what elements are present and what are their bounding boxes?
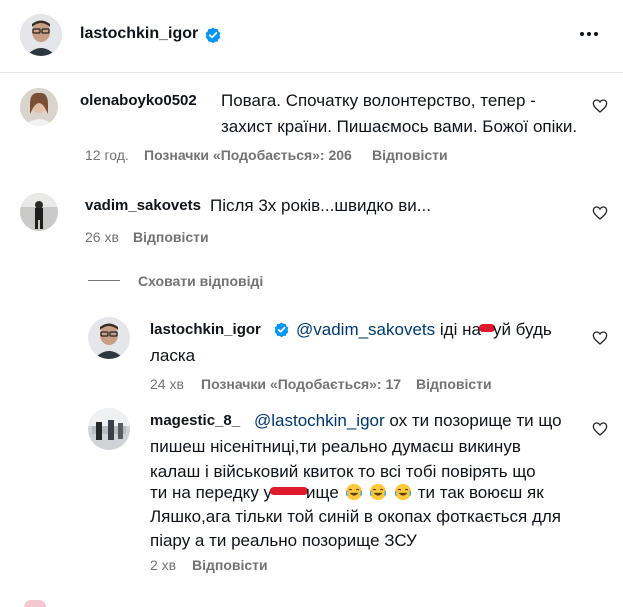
comment-username[interactable]: olenaboyko0502: [80, 92, 197, 109]
censor-mark: [270, 487, 309, 495]
more-dots-icon: [580, 32, 598, 36]
mention-link[interactable]: @lastochkin_igor: [254, 411, 385, 430]
reply-username[interactable]: magestic_8_: [150, 412, 240, 429]
next-comment-avatar[interactable]: [24, 600, 46, 607]
reply-avatar[interactable]: [88, 317, 130, 359]
more-options-button[interactable]: [574, 24, 604, 44]
reply-button[interactable]: Відповісти: [192, 557, 268, 573]
laughing-emoji-icon: [345, 483, 362, 501]
likes-count-text: Позначки «Подобається»: 17: [201, 376, 402, 392]
reply-avatar[interactable]: [88, 408, 130, 450]
verified-badge-icon: [205, 27, 221, 43]
laughing-emoji-icon: [394, 483, 412, 501]
comment-time: 12 год.: [85, 147, 129, 163]
reply-text-part: ох ти позорище ти що: [389, 411, 562, 430]
reply-text-line: ти на передку у ище ти так воюєш як: [150, 480, 544, 506]
reply-time: 2 хв: [150, 557, 177, 573]
like-button[interactable]: [592, 421, 608, 437]
comment-time: 26 хв: [85, 229, 119, 245]
header-username[interactable]: lastochkin_igor: [80, 25, 198, 43]
heart-icon: [592, 206, 608, 220]
verified-badge-icon: [274, 322, 289, 337]
commenter-avatar[interactable]: [20, 193, 58, 231]
hide-replies-button[interactable]: Сховати відповіді: [138, 273, 263, 289]
reply-text-line: піару а ти реально позорище ЗСУ: [150, 531, 417, 550]
heart-icon: [592, 99, 608, 113]
like-button[interactable]: [592, 98, 608, 114]
comment-text-content: Повага. Спочатку волонтерство, тепер - з…: [221, 91, 578, 136]
reply-text-part: ти так воюєш як: [417, 483, 544, 502]
reply-text: @lastochkin_igor ох ти позорище ти що: [254, 408, 562, 434]
laughing-emoji-icon: [370, 483, 387, 501]
heart-icon: [592, 331, 608, 345]
reply-text-part: ти на передку у: [150, 483, 273, 502]
heart-icon: [592, 422, 608, 436]
comment-text: Повага. Спочатку волонтерство, тепер - з…: [221, 88, 581, 140]
likes-count-text: Позначки «Подобається»: 206: [144, 147, 352, 163]
likes-count[interactable]: Позначки «Подобається»: 206: [144, 147, 352, 163]
hide-replies-divider: [88, 280, 120, 281]
reply-text-part: уй будь: [492, 320, 552, 339]
like-button[interactable]: [592, 205, 608, 221]
comment-text: Після 3х років...швидко ви...: [210, 196, 431, 215]
post-header: lastochkin_igor: [0, 0, 623, 73]
reply-text-line2: ласка: [150, 346, 196, 365]
reply-button[interactable]: Відповісти: [133, 229, 209, 245]
reply-text-line: Ляшко,ага тільки той синій в окопах фотк…: [150, 507, 561, 526]
comment-username[interactable]: vadim_sakovets: [85, 197, 201, 214]
mention-link[interactable]: @vadim_sakovets: [296, 320, 435, 339]
likes-count[interactable]: Позначки «Подобається»: 17: [201, 376, 401, 392]
reply-time: 24 хв: [150, 376, 184, 392]
header-avatar[interactable]: [20, 14, 62, 56]
reply-text-part: іді на: [439, 320, 481, 339]
reply-username[interactable]: lastochkin_igor: [150, 321, 261, 338]
commenter-avatar[interactable]: [20, 88, 58, 126]
reply-text: @vadim_sakovets іді на уй будь: [296, 317, 586, 343]
reply-button[interactable]: Відповісти: [416, 376, 492, 392]
reply-button[interactable]: Відповісти: [372, 147, 448, 163]
reply-text-line: пишеш нісенітниці,ти реально думаєш вики…: [150, 437, 521, 456]
like-button[interactable]: [592, 330, 608, 346]
reply-text-part: ище: [306, 483, 339, 502]
